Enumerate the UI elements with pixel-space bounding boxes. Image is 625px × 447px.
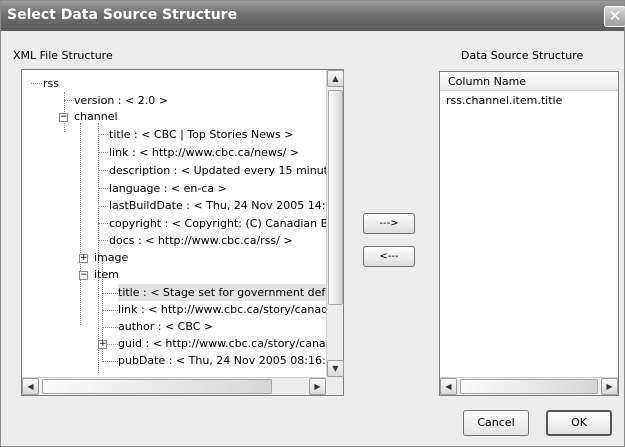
- tree-node-title[interactable]: title : < CBC | Top Stories News >: [109, 126, 293, 143]
- list-item[interactable]: rss.channel.item.title: [446, 94, 562, 107]
- tree-node-language[interactable]: language : < en-ca >: [109, 180, 227, 197]
- tree-connector: [98, 223, 108, 224]
- scroll-right-icon: ▶: [606, 382, 613, 391]
- tree-connector: [64, 100, 74, 101]
- tree-node-version[interactable]: version : < 2.0 >: [74, 92, 168, 109]
- expand-image-icon[interactable]: +: [79, 254, 88, 263]
- tree-node-lastbuilddate[interactable]: lastBuildDate : < Thu, 24 Nov 2005 14:40…: [109, 197, 326, 214]
- remove-column-button[interactable]: <---: [363, 246, 415, 267]
- tree-vertical-scrollbar[interactable]: ▲ ▼: [326, 70, 344, 377]
- tree-horizontal-scrollbar[interactable]: ◀ ▶: [22, 377, 326, 395]
- tree-node-item-link[interactable]: link : < http://www.cbc.ca/story/canada: [118, 301, 326, 318]
- tree-node-docs[interactable]: docs : < http://www.cbc.ca/rss/ >: [109, 232, 293, 249]
- close-button[interactable]: ✕: [604, 6, 625, 27]
- scroll-down-button[interactable]: ▼: [327, 360, 344, 377]
- tree-connector: [102, 293, 118, 294]
- tree-node-item-author[interactable]: author : < CBC >: [118, 318, 213, 335]
- scroll-left-button[interactable]: ◀: [22, 378, 39, 395]
- scroll-up-button[interactable]: ▲: [327, 70, 344, 87]
- collapse-item-icon[interactable]: −: [79, 271, 88, 280]
- tree-node-description[interactable]: description : < Updated every 15 minutes…: [109, 162, 326, 179]
- scroll-up-icon: ▲: [332, 74, 339, 83]
- tree-node-copyright[interactable]: copyright : < Copyright: (C) Canadian Br…: [109, 215, 326, 232]
- scroll-right-icon: ▶: [314, 382, 321, 391]
- tree-node-item-guid[interactable]: guid : < http://www.cbc.ca/story/canad: [118, 335, 326, 352]
- tree-node-link[interactable]: link : < http://www.cbc.ca/news/ >: [109, 144, 299, 161]
- window-title: Select Data Source Structure: [7, 7, 238, 23]
- list-horizontal-scrollbar[interactable]: ◀ ▶: [440, 377, 618, 395]
- tree-connector: [98, 170, 108, 171]
- cancel-button[interactable]: Cancel: [463, 410, 529, 436]
- select-data-source-dialog: Select Data Source Structure ✕ XML File …: [0, 0, 625, 447]
- xml-tree-content: rss version : < 2.0 > − channel title : …: [22, 70, 326, 377]
- vertical-scroll-thumb[interactable]: [328, 90, 343, 305]
- list-horizontal-scroll-thumb[interactable]: [460, 379, 598, 394]
- list-scroll-right-button[interactable]: ▶: [601, 378, 618, 395]
- tree-connector: [102, 310, 118, 311]
- horizontal-scroll-thumb[interactable]: [42, 379, 272, 394]
- tree-connector: [98, 152, 108, 153]
- tree-connector: [98, 206, 108, 207]
- scroll-right-button[interactable]: ▶: [309, 378, 326, 395]
- expand-guid-icon[interactable]: +: [98, 340, 107, 349]
- tree-connector: [98, 134, 108, 135]
- ok-button[interactable]: OK: [546, 410, 612, 436]
- tree-connector: [98, 240, 108, 241]
- add-column-button[interactable]: --->: [363, 213, 415, 234]
- tree-connector: [98, 123, 99, 373]
- tree-node-item-pubdate[interactable]: pubDate : < Thu, 24 Nov 2005 08:16:08: [118, 352, 326, 369]
- tree-node-item-title[interactable]: title : < Stage set for government defea: [118, 284, 326, 301]
- tree-node-rss[interactable]: rss: [43, 75, 59, 92]
- close-icon: ✕: [608, 7, 622, 25]
- scroll-down-icon: ▼: [332, 364, 339, 373]
- scrollbar-corner: [326, 377, 343, 395]
- tree-connector: [102, 361, 118, 362]
- tree-connector: [98, 188, 108, 189]
- list-scroll-left-button[interactable]: ◀: [440, 378, 457, 395]
- column-name-header[interactable]: Column Name: [440, 72, 618, 91]
- tree-node-channel[interactable]: channel: [74, 108, 118, 125]
- tree-node-item[interactable]: item: [94, 266, 119, 283]
- data-source-structure-label: Data Source Structure: [461, 49, 584, 62]
- collapse-channel-icon[interactable]: −: [59, 113, 68, 122]
- scroll-left-icon: ◀: [27, 382, 34, 391]
- title-bar[interactable]: Select Data Source Structure ✕: [1, 1, 625, 31]
- tree-connector: [102, 327, 118, 328]
- tree-connector: [31, 83, 42, 84]
- scroll-left-icon: ◀: [445, 382, 452, 391]
- xml-structure-label: XML File Structure: [13, 49, 113, 62]
- data-source-list[interactable]: Column Name rss.channel.item.title ◀ ▶: [439, 71, 619, 396]
- tree-node-image[interactable]: image: [94, 249, 128, 266]
- xml-tree-view[interactable]: rss version : < 2.0 > − channel title : …: [21, 69, 344, 396]
- tree-connector: [80, 123, 81, 325]
